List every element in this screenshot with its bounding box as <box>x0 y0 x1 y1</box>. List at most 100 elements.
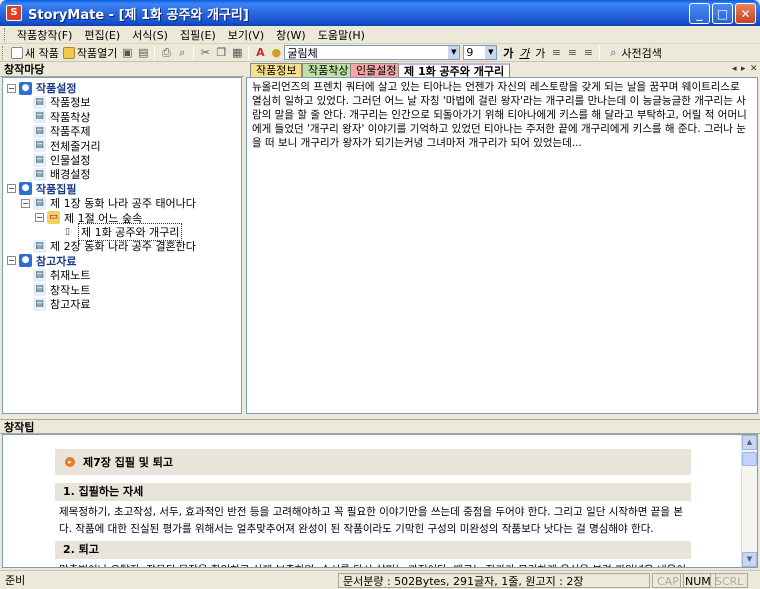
tip-section-text: 맞춤법이나 오탈자, 잘못된 문장을 확인하고 삭제 보충하며, 순서를 다시 … <box>55 559 691 567</box>
menu-file[interactable]: 작품창작(F) <box>11 27 78 43</box>
editor-area[interactable]: 뉴올리언즈의 프렌치 쿼터에 살고 있는 티아나는 언젠가 자신의 레스토랑을 … <box>246 77 758 414</box>
copy-icon[interactable]: ❐ <box>213 46 229 59</box>
font-size-value: 9 <box>466 46 474 59</box>
tree-expander-icon[interactable]: − <box>7 256 16 266</box>
paste-icon[interactable]: ▦ <box>229 46 245 59</box>
document-icon: ▤ <box>33 283 46 297</box>
tree-node[interactable]: ▤ 참고자료 <box>21 297 90 311</box>
menu-window[interactable]: 창(W) <box>270 27 312 43</box>
print-preview-icon[interactable]: ⎙ <box>158 46 174 60</box>
document-icon: ▯ <box>61 225 74 239</box>
dict-search-button[interactable]: ⌕ 사전검색 <box>603 45 663 61</box>
close-button[interactable]: ✕ <box>735 3 756 24</box>
tree-expander-icon[interactable]: − <box>21 198 30 208</box>
status-bar: 준비 문서분량 : 502Bytes, 291글자, 1줄, 원고지 : 2장 … <box>0 570 760 589</box>
underline-button[interactable]: 가 <box>532 45 548 61</box>
chevron-down-icon[interactable]: ▼ <box>448 46 460 59</box>
save-icon[interactable]: ▣ <box>119 46 135 59</box>
tree-node[interactable]: ▤ 작품착상 <box>21 110 90 124</box>
scroll-thumb[interactable] <box>742 452 757 466</box>
maximize-button[interactable]: □ <box>712 3 733 24</box>
font-icon[interactable]: ● <box>268 46 284 59</box>
editor-text[interactable]: 뉴올리언즈의 프렌치 쿼터에 살고 있는 티아나는 언젠가 자신의 레스토랑을 … <box>252 80 752 150</box>
menu-grip[interactable] <box>4 27 7 42</box>
magnifier-icon: ⌕ <box>610 45 617 59</box>
menu-write[interactable]: 집필(E) <box>174 27 222 43</box>
tab-close-icon[interactable]: ✕ <box>750 64 758 74</box>
tab-4[interactable]: 제 1화 공주와 개구리 <box>398 63 511 78</box>
minimize-button[interactable]: _ <box>689 3 710 24</box>
italic-button[interactable]: 가 <box>516 45 532 61</box>
document-icon: ▤ <box>33 153 46 167</box>
align-center-icon[interactable]: ≡ <box>564 46 580 59</box>
tip-scrollbar[interactable]: ▲ ▼ <box>741 435 757 567</box>
font-style-icon[interactable]: A <box>252 46 268 59</box>
bottom-panel-title: 창작팁 <box>0 419 760 434</box>
tree-node[interactable]: − ● 작품집필 <box>7 182 76 196</box>
tab-prev-icon[interactable]: ◂ <box>732 64 737 74</box>
document-icon: ▤ <box>33 268 46 282</box>
toolbar: 새 작품 작품열기 ▣ ▤ ⎙ ⌕ ✂ ❐ ▦ A ● 굴림체 ▼ 9 ▼ 가 … <box>0 44 760 62</box>
scroll-up-icon[interactable]: ▲ <box>742 435 757 450</box>
save-all-icon[interactable]: ▤ <box>135 46 151 59</box>
new-document-icon <box>11 46 23 59</box>
tree-expander-icon[interactable]: − <box>7 83 16 93</box>
tip-section-heading: 2. 퇴고 <box>55 541 691 559</box>
font-size-combo[interactable]: 9 ▼ <box>463 45 498 60</box>
tree-node[interactable]: ▤ 작품주제 <box>21 124 90 138</box>
tab-3[interactable]: 인물설정 <box>350 63 403 78</box>
tree-node[interactable]: ▯ 제 1화 공주와 개구리 <box>49 223 183 241</box>
menu-edit[interactable]: 편집(E) <box>78 27 126 43</box>
menu-format[interactable]: 서식(S) <box>126 27 174 43</box>
open-work-button[interactable]: 작품열기 <box>61 45 119 61</box>
new-work-button[interactable]: 새 작품 <box>9 45 61 61</box>
bold-button[interactable]: 가 <box>500 45 516 61</box>
tree-node[interactable]: ▤ 인물설정 <box>21 153 90 167</box>
align-left-icon[interactable]: ≡ <box>548 46 564 59</box>
category-icon: ● <box>19 182 32 196</box>
tree-node[interactable]: ▤ 창작노트 <box>21 283 90 297</box>
find-icon[interactable]: ⌕ <box>174 46 190 60</box>
tree-node[interactable]: ▤ 취재노트 <box>21 268 90 282</box>
tree-node[interactable]: − ● 참고자료 <box>7 254 76 268</box>
tree-node[interactable]: ▤ 작품정보 <box>21 95 90 109</box>
tree-node[interactable]: ▤ 제 2장 동화 나라 공주 결혼한다 <box>21 239 196 253</box>
document-icon: ▤ <box>33 297 46 311</box>
category-icon: ● <box>19 254 32 268</box>
left-panel-title: 창작마당 <box>0 62 244 77</box>
document-icon: ▤ <box>33 95 46 109</box>
tip-pane[interactable]: ▸ 제7장 집필 및 퇴고 1. 집필하는 자세 제목정하기, 초고작성, 서두… <box>2 434 758 568</box>
document-icon: ▤ <box>33 139 46 153</box>
tree-expander-icon[interactable]: − <box>35 213 44 223</box>
document-tabs: 작품정보 작품착상 인물설정 제 1화 공주와 개구리 ◂ ▸ ✕ <box>246 62 760 78</box>
scroll-down-icon[interactable]: ▼ <box>742 552 757 567</box>
tree-node[interactable]: ▤ 전체줄거리 <box>21 139 101 153</box>
menu-bar: 작품창작(F) 편집(E) 서식(S) 집필(E) 보기(V) 창(W) 도움말… <box>0 26 760 44</box>
menu-help[interactable]: 도움말(H) <box>312 27 371 43</box>
work-tree[interactable]: − ● 작품설정 ▤ 작품정보 ▤ 작품착상 ▤ 작품주제 ▤ 전체줄거리 ▤ 인물설정 ▤ 배경설정 − ● 작… <box>2 77 242 414</box>
menu-view[interactable]: 보기(V) <box>222 27 270 43</box>
folder-open-icon <box>62 46 75 59</box>
document-icon: ▤ <box>33 196 46 210</box>
tree-node[interactable]: ▤ 배경설정 <box>21 167 90 181</box>
document-icon: ▭ <box>47 211 60 225</box>
font-name-combo[interactable]: 굴림체 ▼ <box>284 45 461 60</box>
app-icon[interactable]: S <box>6 5 22 21</box>
document-icon: ▤ <box>33 239 46 253</box>
align-right-icon[interactable]: ≡ <box>580 46 596 59</box>
tip-title: ▸ 제7장 집필 및 퇴고 <box>55 449 691 475</box>
window-title: StoryMate - [제 1화 공주와 개구리] <box>28 7 249 23</box>
tree-expander-icon[interactable]: − <box>7 184 16 194</box>
chevron-down-icon[interactable]: ▼ <box>485 46 497 59</box>
category-icon: ● <box>19 81 32 95</box>
tab-next-icon[interactable]: ▸ <box>741 64 746 74</box>
document-info: 문서분량 : 502Bytes, 291글자, 1줄, 원고지 : 2장 <box>338 573 650 588</box>
tree-node[interactable]: − ▤ 제 1장 동화 나라 공주 태어나다 <box>21 196 196 210</box>
cut-icon[interactable]: ✂ <box>197 46 213 59</box>
toolbar-grip[interactable] <box>2 45 5 60</box>
tab-1[interactable]: 작품정보 <box>250 63 303 78</box>
document-icon: ▤ <box>33 167 46 181</box>
tree-node[interactable]: − ● 작품설정 <box>7 81 76 95</box>
title-bar[interactable]: S StoryMate - [제 1화 공주와 개구리] _ □ ✕ <box>0 0 760 26</box>
tab-2[interactable]: 작품착상 <box>302 63 355 78</box>
